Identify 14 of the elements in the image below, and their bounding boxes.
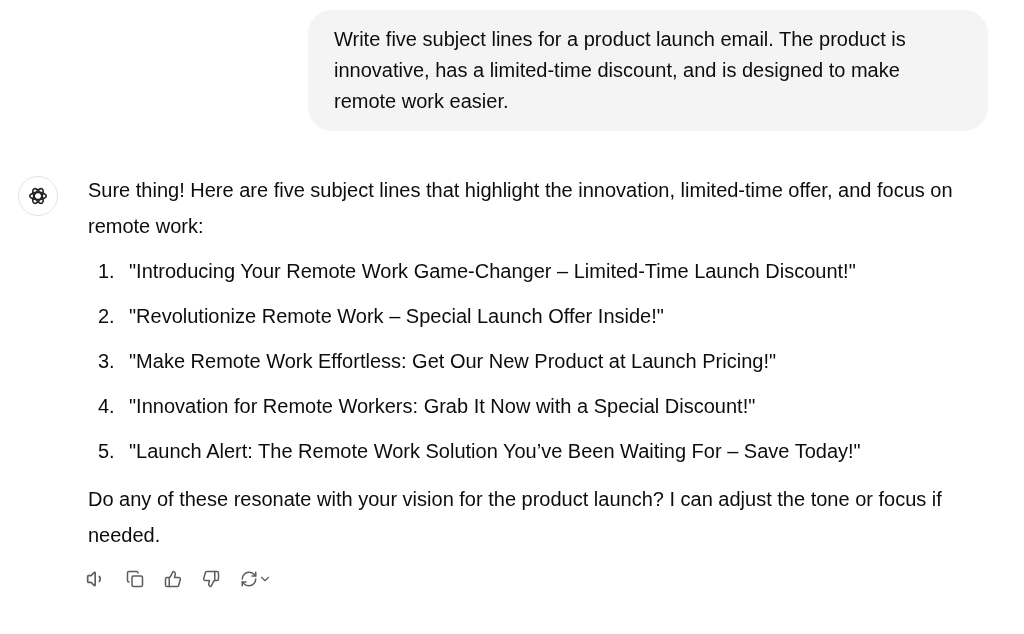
subject-line: "Innovation for Remote Workers: Grab It Now with a Special Discount!" — [129, 393, 756, 419]
subject-line: "Launch Alert: The Remote Work Solution You’ve Been Waiting For – Save Today!" — [129, 438, 861, 464]
subject-line: "Introducing Your Remote Work Game-Changer – Limited-Time Launch Discount!" — [129, 258, 856, 284]
response-intro: Sure thing! Here are five subject lines that highlight the innovation, limited-time offer, and focus on remote work: — [88, 178, 954, 239]
response-outro: Do any of these resonate with your vision for the product launch? I can adjust the tone or focus if needed. — [88, 487, 943, 548]
subject-line: "Make Remote Work Effortless: Get Our New Product at Launch Pricing!" — [129, 348, 777, 374]
refresh-icon — [240, 570, 258, 588]
list-number: 3. — [98, 348, 116, 374]
list-number: 4. — [98, 393, 116, 419]
list-number: 5. — [98, 438, 116, 464]
user-message: Write five subject lines for a product launch email. The product is innovative, has a limited-time discount, and is designed to make remote work easier. — [308, 10, 988, 131]
subject-line: "Revolutionize Remote Work – Special Launch Offer Inside!" — [129, 303, 664, 329]
list-number: 1. — [98, 258, 116, 284]
list-number: 2. — [98, 303, 116, 329]
